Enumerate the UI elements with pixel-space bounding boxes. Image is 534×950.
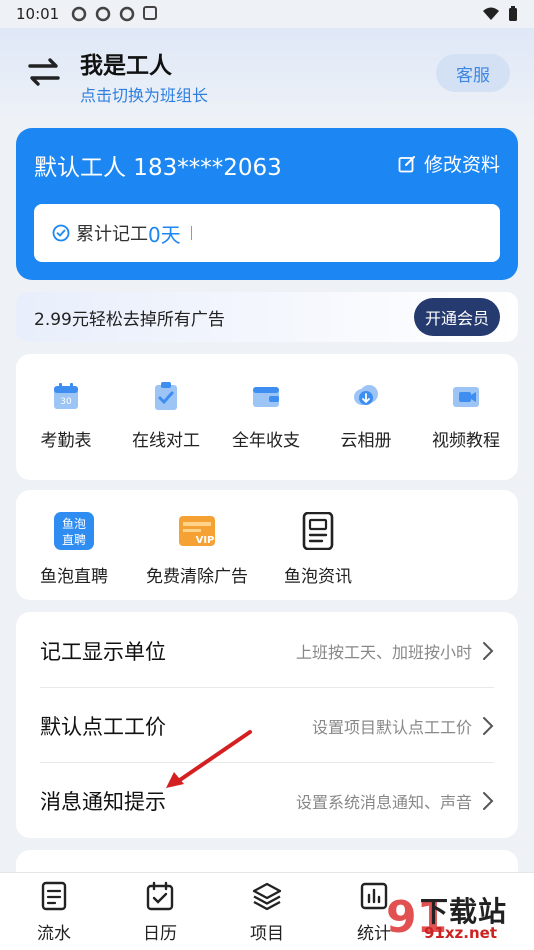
setting-title: 默认点工工价 [40,715,166,739]
tab-label: 日历 [143,924,177,944]
vip-icon-text: VIP [196,535,215,546]
chevron-right-icon [483,792,494,810]
tool-video-tutorial[interactable]: 视频教程 [416,380,516,451]
chevron-right-icon [483,642,494,660]
setting-record-unit[interactable]: 记工显示单位 上班按工天、加班按小时 [40,614,494,688]
wallet-icon [253,387,279,407]
switch-role-link[interactable]: 点击切换为班组长 [80,82,208,106]
tool-label: 全年收支 [232,431,300,451]
role-title[interactable]: 我是工人 [80,46,172,80]
divider [40,762,494,763]
edit-icon [398,155,415,172]
status-bar: 10:01 [0,0,534,28]
total-days-value: 0天 [148,222,181,247]
annotation-arrow-icon [166,730,252,788]
clipboard-check-icon [155,382,177,410]
total-days-box: 累计记工 0天 [34,204,500,262]
promo-yupao-news[interactable]: 鱼泡资讯 [284,512,352,587]
profile-name-phone: 默认工人 183****2063 [34,155,282,181]
tool-cloud-album[interactable]: 云相册 [316,380,416,451]
notification-a-icon [143,6,158,20]
list-document-icon [41,881,67,911]
status-time: 10:01 [16,5,60,23]
wifi-icon [483,7,499,20]
notification-icons [71,6,158,22]
yupao-recruit-icon: 鱼泡 直聘 [54,512,94,550]
promo-card: 鱼泡 直聘 鱼泡直聘 VIP 免费清除广告 鱼泡资讯 [16,490,518,600]
setting-title: 消息通知提示 [40,790,166,814]
tab-label: 流水 [37,924,71,944]
header: 我是工人 点击切换为班组长 客服 [0,28,534,116]
promo-label: 鱼泡资讯 [284,567,352,587]
calendar-check-icon [146,881,174,911]
site-watermark: 91 下载站 91xz.net [386,890,526,950]
notification-app-icon [119,6,135,22]
tab-calendar[interactable]: 日历 [120,881,200,944]
setting-description: 设置项目默认点工工价 [311,718,472,737]
setting-title: 记工显示单位 [40,640,166,664]
calendar-icon: 30 [54,383,78,409]
promo-yupao-recruit[interactable]: 鱼泡 直聘 鱼泡直聘 [40,512,108,587]
profile-card: 默认工人 183****2063 修改资料 累计记工 0天 [16,128,518,280]
notification-app-icon [71,6,87,22]
tool-label: 考勤表 [40,431,92,451]
tool-label: 在线对工 [132,431,200,451]
divider [40,687,494,688]
divider-mark [190,226,192,240]
battery-icon [509,6,517,21]
tool-label: 视频教程 [432,431,500,451]
tools-card: 30 考勤表 在线对工 全年收支 云相册 视频教程 [16,354,518,480]
tool-attendance[interactable]: 30 考勤表 [16,380,116,451]
tool-annual-income[interactable]: 全年收支 [216,380,316,451]
tab-project[interactable]: 项目 [227,881,307,944]
watermark-domain: 91xz.net [424,924,498,942]
edit-profile-label: 修改资料 [423,154,500,176]
promo-label: 免费清除广告 [146,567,248,587]
cloud-download-icon [354,385,378,405]
yupao-icon-text-1: 鱼泡 [62,517,86,531]
switch-role-icon[interactable] [24,54,64,90]
vip-banner[interactable]: 2.99元轻松去掉所有广告 开通会员 [16,292,518,342]
settings-card: 记工显示单位 上班按工天、加班按小时 默认点工工价 设置项目默认点工工价 消息通… [16,612,518,838]
vip-banner-text: 2.99元轻松去掉所有广告 [34,309,225,330]
total-days-label: 累计记工 [76,224,148,245]
setting-description: 设置系统消息通知、声音 [295,793,472,812]
vip-card-icon: VIP [179,516,215,546]
notification-app-icon [95,6,111,22]
promo-remove-ads[interactable]: VIP 免费清除广告 [146,512,248,587]
open-vip-button[interactable]: 开通会员 [414,298,500,336]
setting-notification[interactable]: 消息通知提示 设置系统消息通知、声音 [40,764,494,838]
setting-description: 上班按工天、加班按小时 [295,643,472,662]
customer-service-button[interactable]: 客服 [436,54,510,92]
tab-label: 项目 [250,924,284,944]
video-icon [453,387,479,407]
check-circle-icon [52,224,70,242]
layers-icon [252,882,282,911]
setting-default-wage[interactable]: 默认点工工价 设置项目默认点工工价 [40,689,494,763]
tool-online-check[interactable]: 在线对工 [116,380,216,451]
tool-label: 云相册 [340,431,392,451]
yupao-icon-text-2: 直聘 [62,533,86,547]
tab-flow[interactable]: 流水 [14,881,94,944]
bar-chart-icon [360,882,388,910]
svg-text:30: 30 [60,397,72,407]
promo-label: 鱼泡直聘 [40,567,108,587]
edit-profile-button[interactable]: 修改资料 [398,150,500,177]
chevron-right-icon [483,717,494,735]
news-document-icon [302,512,334,550]
